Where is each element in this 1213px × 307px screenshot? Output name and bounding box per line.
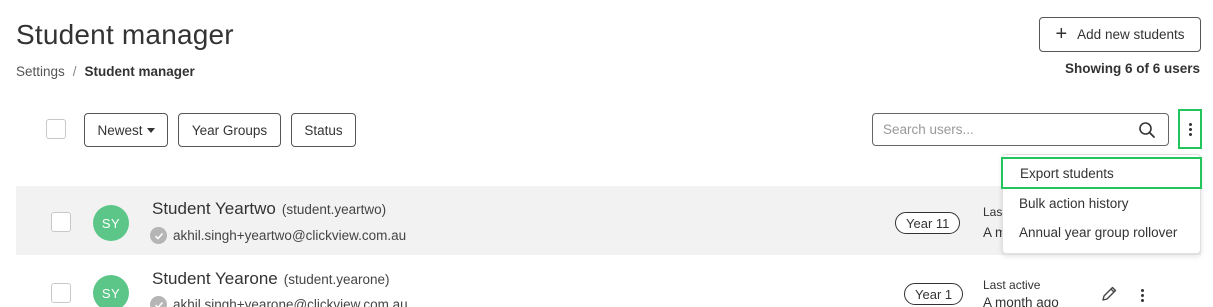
verified-check-icon: [150, 227, 167, 244]
avatar: SY: [93, 275, 129, 307]
status-filter-button[interactable]: Status: [291, 113, 356, 147]
page-title: Student manager: [16, 19, 234, 50]
menu-item-annual-year-group-rollover[interactable]: Annual year group rollover: [1003, 218, 1200, 246]
verified-check-icon: [150, 296, 167, 307]
vertical-dots-icon: [1188, 122, 1192, 136]
breadcrumb-current: Student manager: [84, 64, 195, 79]
breadcrumb-settings-link[interactable]: Settings: [16, 64, 65, 79]
student-name[interactable]: Student Yearone: [152, 269, 278, 289]
student-name-line: Student Yearone (student.yearone): [152, 269, 390, 289]
student-row[interactable]: SY Student Yearone (student.yearone) akh…: [16, 258, 1201, 307]
student-email: akhil.singh+yearone@clickview.com.au: [173, 297, 408, 307]
search-box: [872, 113, 1169, 146]
row-checkbox[interactable]: [51, 283, 71, 303]
edit-pencil-icon[interactable]: [1100, 285, 1118, 303]
menu-item-bulk-action-history[interactable]: Bulk action history: [1003, 189, 1200, 217]
search-icon[interactable]: [1138, 121, 1156, 139]
breadcrumb: Settings / Student manager: [16, 64, 195, 79]
plus-icon: +: [1055, 22, 1068, 45]
sort-label: Newest: [97, 122, 143, 138]
student-name-line: Student Yeartwo (student.yeartwo): [152, 199, 386, 219]
student-username: (student.yearone): [283, 272, 390, 287]
options-menu: Export students Bulk action history Annu…: [1001, 154, 1202, 254]
year-badge: Year 11: [895, 212, 961, 234]
student-name[interactable]: Student Yeartwo: [152, 199, 276, 219]
year-groups-filter-button[interactable]: Year Groups: [178, 113, 281, 147]
last-active-value: A month ago: [983, 295, 1059, 307]
avatar: SY: [93, 205, 129, 241]
caret-down-icon: [146, 128, 155, 133]
menu-item-export-students[interactable]: Export students: [1001, 157, 1202, 189]
breadcrumb-separator: /: [72, 64, 77, 79]
student-username: (student.yeartwo): [281, 202, 387, 217]
showing-count: Showing 6 of 6 users: [1064, 61, 1200, 76]
sort-dropdown[interactable]: Newest: [84, 113, 168, 147]
year-badge: Year 1: [904, 283, 964, 305]
student-email-line: akhil.singh+yeartwo@clickview.com.au: [150, 227, 406, 244]
last-active-label: Last active: [983, 278, 1041, 292]
add-new-students-button[interactable]: + Add new students: [1039, 17, 1201, 52]
add-new-students-label: Add new students: [1077, 27, 1185, 42]
row-checkbox[interactable]: [51, 212, 71, 232]
student-email-line: akhil.singh+yearone@clickview.com.au: [150, 296, 408, 307]
student-email: akhil.singh+yeartwo@clickview.com.au: [173, 228, 407, 243]
search-input[interactable]: [873, 114, 1123, 145]
select-all-checkbox[interactable]: [46, 119, 66, 139]
more-options-button[interactable]: [1178, 109, 1202, 149]
row-more-options-icon[interactable]: [1135, 286, 1149, 304]
